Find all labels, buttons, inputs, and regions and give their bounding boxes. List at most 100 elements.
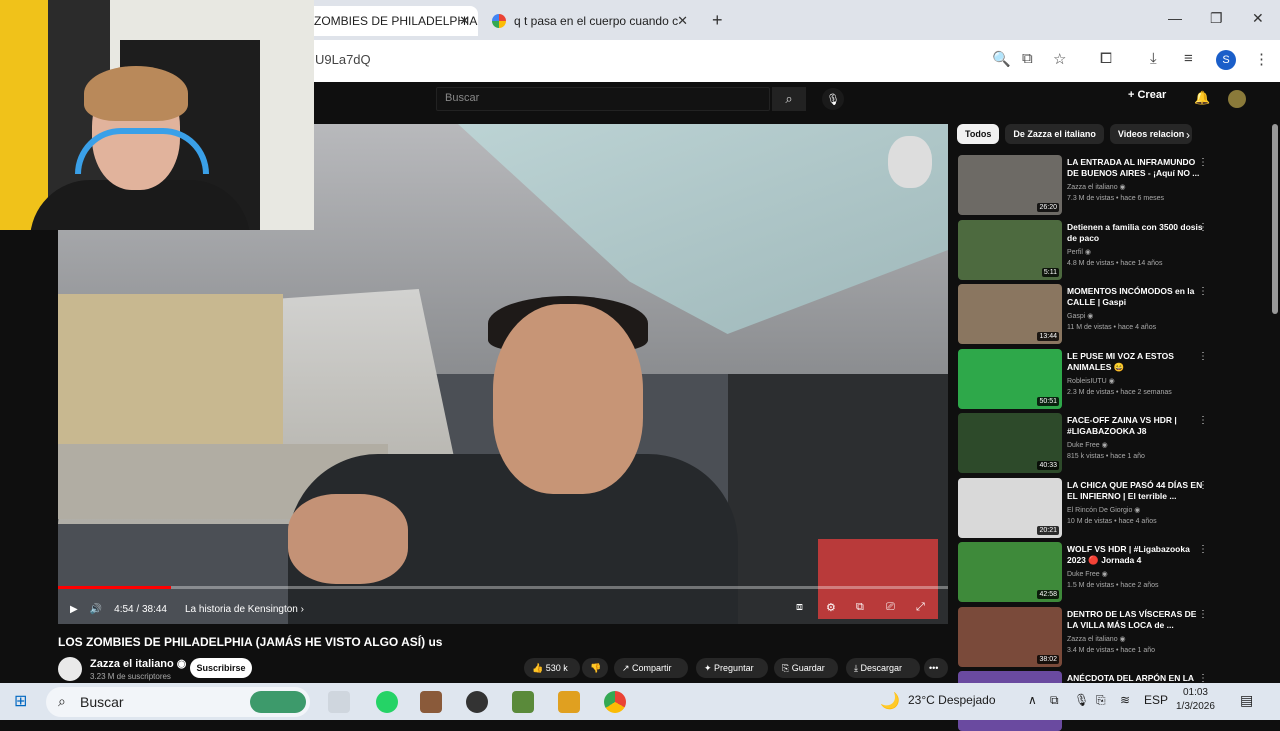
language-indicator[interactable]: ESP	[1144, 693, 1168, 707]
subscribe-button[interactable]: Suscribirse	[190, 658, 252, 678]
more-vert-icon[interactable]: ⋮	[1198, 609, 1208, 620]
recommendation-channel[interactable]: Gaspi ◉	[1067, 312, 1093, 320]
download-icon[interactable]: ⤓	[1150, 50, 1157, 67]
channel-name[interactable]: Zazza el italiano ◉	[90, 657, 186, 670]
more-vert-icon[interactable]: ⋮	[1198, 480, 1208, 491]
task-view-icon[interactable]	[328, 691, 350, 713]
bookmark-star-icon[interactable]: ☆	[1053, 50, 1066, 68]
recommendation-item[interactable]: 26:20 LA ENTRADA AL INFRAMUNDO DE BUENOS …	[958, 155, 1268, 215]
weather-text[interactable]: 23°C Despejado	[908, 693, 996, 707]
profile-avatar[interactable]: S	[1216, 50, 1236, 70]
more-vert-icon[interactable]: ⋮	[1198, 286, 1208, 297]
close-icon[interactable]: ✕	[677, 13, 688, 29]
chevron-up-icon[interactable]: ∧	[1028, 693, 1037, 707]
recommendation-item[interactable]: 20:21 LA CHICA QUE PASÓ 44 DÍAS EN EL INF…	[958, 477, 1268, 538]
new-tab-button[interactable]: +	[712, 10, 723, 31]
recommendation-title[interactable]: Detienen a familia con 3500 dosis de pac…	[1067, 222, 1207, 244]
wifi-icon[interactable]: ≋	[1120, 693, 1130, 707]
more-actions-button[interactable]: •••	[924, 658, 948, 678]
speaker-icon[interactable]: ⎘	[1096, 693, 1106, 708]
zoom-icon[interactable]: 🔍	[992, 50, 1011, 68]
chip-from-channel[interactable]: De Zazza el italiano	[1005, 124, 1104, 144]
chip-all[interactable]: Todos	[957, 124, 1000, 144]
recommendation-item[interactable]: 50:51 LE PUSE MI VOZ A ESTOS ANIMALES 😄 Ro…	[958, 348, 1268, 409]
recommendation-channel[interactable]: Perfil ◉	[1067, 248, 1091, 256]
search-input[interactable]: Buscar	[436, 87, 770, 111]
recommendation-title[interactable]: DENTRO DE LAS VÍSCERAS DE LA VILLA MÁS L…	[1067, 609, 1207, 631]
widgets-icon[interactable]	[250, 691, 306, 713]
video-thumbnail[interactable]: 40:33	[958, 413, 1062, 473]
app-icon[interactable]	[466, 691, 488, 713]
video-thumbnail[interactable]: 38:02	[958, 606, 1062, 667]
recommendation-title[interactable]: MOMENTOS INCÓMODOS en la CALLE | Gaspi	[1067, 286, 1207, 308]
recommendation-item[interactable]: 42:58 WOLF VS HDR | #Ligabazooka 2023 🔴 J…	[958, 542, 1268, 602]
subtitles-icon[interactable]: ⧈	[796, 601, 803, 614]
scrollbar[interactable]	[1272, 124, 1278, 314]
video-thumbnail[interactable]: 13:44	[958, 284, 1062, 344]
mic-icon[interactable]: 🎙	[822, 88, 844, 110]
recommendation-channel[interactable]: El Rincón De Giorgio ◉	[1067, 506, 1140, 514]
menu-dots-icon[interactable]: ⋮	[1254, 50, 1269, 68]
restore-button[interactable]: ❐	[1210, 10, 1223, 27]
miniplayer-icon[interactable]: ⧉	[856, 601, 864, 614]
minecraft-icon[interactable]	[512, 691, 534, 713]
volume-icon[interactable]: 🔊	[90, 604, 102, 615]
recommendation-title[interactable]: WOLF VS HDR | #Ligabazooka 2023 🔴 Jornad…	[1067, 544, 1207, 566]
more-vert-icon[interactable]: ⋮	[1198, 351, 1208, 362]
video-thumbnail[interactable]: 26:20	[958, 155, 1062, 215]
url-field[interactable]: U9La7dQ	[315, 52, 371, 67]
recommendation-channel[interactable]: RobleisIUTU ◉	[1067, 377, 1115, 385]
more-vert-icon[interactable]: ⋮	[1198, 415, 1208, 426]
bell-icon[interactable]: 🔔	[1194, 90, 1210, 106]
recommendation-channel[interactable]: Duke Free ◉	[1067, 570, 1108, 578]
video-thumbnail[interactable]: 42:58	[958, 542, 1062, 602]
mic-icon[interactable]: 🎙	[1074, 693, 1089, 707]
progress-bar[interactable]	[58, 586, 948, 589]
chip-related[interactable]: Videos relacion	[1109, 124, 1193, 144]
clock[interactable]: 01:03 1/3/2026	[1176, 686, 1215, 714]
app-icon[interactable]	[558, 691, 580, 713]
recommendation-title[interactable]: LE PUSE MI VOZ A ESTOS ANIMALES 😄	[1067, 351, 1207, 373]
chrome-icon[interactable]	[604, 691, 626, 713]
save-button[interactable]: ⎘ Guardar	[774, 658, 838, 678]
settings-gear-icon[interactable]: ⚙	[826, 601, 836, 614]
more-vert-icon[interactable]: ⋮	[1198, 222, 1208, 233]
like-button[interactable]: 👍 530 k	[524, 658, 580, 678]
recommendation-channel[interactable]: Duke Free ◉	[1067, 441, 1108, 449]
whatsapp-icon[interactable]	[376, 691, 398, 713]
create-button[interactable]: + Crear	[1128, 89, 1166, 101]
search-icon[interactable]: ⌕	[772, 87, 806, 111]
share-button[interactable]: ↗ Compartir	[614, 658, 688, 678]
tab-zombies[interactable]: ZOMBIES DE PHILADELPHIA ✕	[300, 6, 478, 36]
ask-button[interactable]: ✦ Preguntar	[696, 658, 768, 678]
notification-icon[interactable]: ▤	[1240, 692, 1253, 709]
download-button[interactable]: ⤓ Descargar	[846, 658, 920, 678]
play-icon[interactable]: ▶	[70, 604, 78, 615]
channel-avatar[interactable]	[58, 657, 82, 681]
tab-google-search[interactable]: q t pasa en el cuerpo cuando c ✕	[486, 6, 696, 36]
extensions-icon[interactable]: ⧠	[1100, 50, 1112, 67]
fullscreen-icon[interactable]: ⤢	[916, 601, 925, 614]
chapter-title[interactable]: La historia de Kensington ›	[185, 604, 304, 615]
recommendation-title[interactable]: LA CHICA QUE PASÓ 44 DÍAS EN EL INFIERNO…	[1067, 480, 1207, 502]
dislike-button[interactable]: 👎	[582, 658, 608, 678]
windows-start-icon[interactable]: ⊞	[14, 691, 27, 711]
recommendation-item[interactable]: 38:02 DENTRO DE LAS VÍSCERAS DE LA VILLA …	[958, 606, 1268, 667]
more-vert-icon[interactable]: ⋮	[1198, 157, 1208, 168]
app-icon[interactable]	[420, 691, 442, 713]
more-vert-icon[interactable]: ⋮	[1198, 544, 1208, 555]
minimize-button[interactable]: —	[1168, 10, 1182, 26]
recommendation-title[interactable]: LA ENTRADA AL INFRAMUNDO DE BUENOS AIRES…	[1067, 157, 1207, 179]
avatar[interactable]	[1228, 90, 1246, 108]
install-icon[interactable]: ⧉	[1022, 50, 1033, 67]
video-thumbnail[interactable]: 5:11	[958, 219, 1062, 280]
recommendation-channel[interactable]: Zazza el italiano ◉	[1067, 183, 1126, 191]
recommendation-item[interactable]: 13:44 MOMENTOS INCÓMODOS en la CALLE | Ga…	[958, 284, 1268, 344]
close-window-button[interactable]: ✕	[1252, 10, 1264, 27]
recommendation-item[interactable]: 5:11 Detienen a familia con 3500 dosis de…	[958, 219, 1268, 280]
recommendation-item[interactable]: 40:33 FACE-OFF ZAINA VS HDR | #LIGABAZOOK…	[958, 413, 1268, 473]
chevron-right-icon[interactable]: ›	[1186, 128, 1190, 142]
video-thumbnail[interactable]: 20:21	[958, 477, 1062, 538]
recommendation-title[interactable]: FACE-OFF ZAINA VS HDR | #LIGABAZOOKA J8	[1067, 415, 1207, 437]
media-control-icon[interactable]: ≡	[1184, 50, 1193, 67]
